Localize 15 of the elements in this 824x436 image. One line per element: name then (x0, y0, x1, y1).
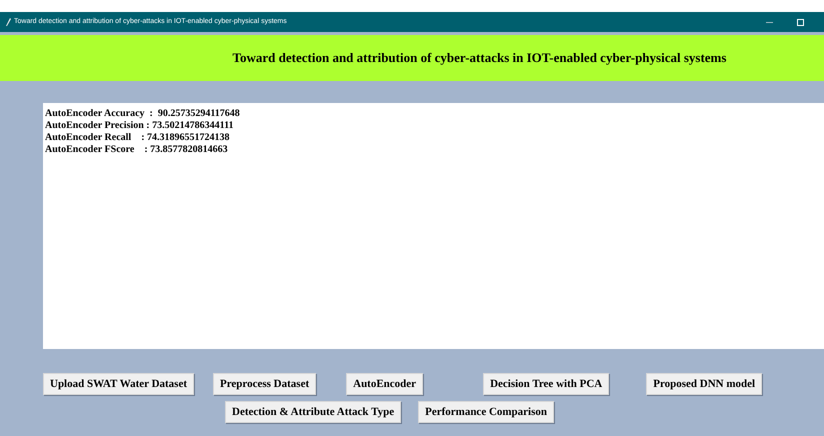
output-line: AutoEncoder Precision : 73.50214786344111 (45, 120, 235, 132)
feather-icon (5, 18, 11, 26)
action-button[interactable]: Proposed DNN model (646, 373, 762, 395)
maximize-icon[interactable] (797, 18, 804, 26)
output-line: AutoEncoder Accuracy : 90.25735294117648 (45, 108, 241, 120)
action-button[interactable]: Preprocess Dataset (213, 373, 316, 395)
action-button[interactable]: Detection & Attribute Attack Type (225, 401, 402, 423)
action-button[interactable]: Performance Comparison (418, 401, 554, 423)
output-line: AutoEncoder Recall : 74.31896551724138 (45, 132, 231, 144)
output-line: AutoEncoder FScore : 73.8577820814663 (45, 144, 229, 156)
action-button[interactable]: AutoEncoder (346, 373, 424, 395)
action-button[interactable]: Decision Tree with PCA (483, 373, 610, 395)
banner-title: Toward detection and attribution of cyber-attacks in IOT-enabled cyber-physical systems (232, 49, 726, 68)
action-button[interactable]: Upload SWAT Water Dataset (43, 373, 194, 395)
output-text-area[interactable]: AutoEncoder Accuracy : 90.25735294117648 AutoEncoder Precision : 73.50214786344111 AutoEncoder Recall : 74.31896551724138 AutoEncoder FScore : 73.8577820814663 (43, 103, 824, 349)
